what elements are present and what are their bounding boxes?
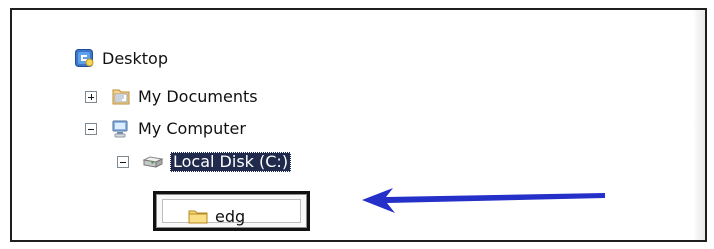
tree-item-label: My Documents — [138, 87, 258, 106]
tree-item-desktop[interactable]: Desktop — [73, 47, 168, 71]
local-disk-icon — [141, 150, 165, 174]
tree-item-label-selected: Local Disk (C:) — [170, 152, 292, 172]
tree-item-my-documents[interactable]: My Documents — [85, 85, 258, 109]
collapse-minus-icon[interactable] — [85, 123, 97, 135]
tree-frame: Desktop My Documents My Computer Local D… — [10, 8, 707, 242]
highlight-box: edg — [153, 191, 310, 231]
tree-item-label: edg — [215, 206, 246, 226]
expand-plus-icon[interactable] — [85, 91, 97, 103]
folder-icon — [186, 204, 210, 228]
tree-item-local-disk[interactable]: Local Disk (C:) — [117, 150, 292, 174]
my-computer-icon — [109, 117, 133, 141]
tree-item-edg[interactable]: edg — [186, 204, 245, 228]
left-arrow-icon — [362, 188, 605, 213]
expander-horizontal-line — [120, 162, 126, 163]
expander-horizontal-line — [88, 129, 94, 130]
collapse-minus-icon[interactable] — [117, 156, 129, 168]
tree-item-label: Desktop — [102, 49, 168, 68]
tree-item-my-computer[interactable]: My Computer — [85, 117, 246, 141]
desktop-icon — [73, 47, 97, 71]
right-edge — [693, 10, 705, 240]
expander-vertical-line — [91, 94, 92, 100]
my-documents-icon — [109, 85, 133, 109]
tree-item-label: My Computer — [138, 119, 246, 138]
